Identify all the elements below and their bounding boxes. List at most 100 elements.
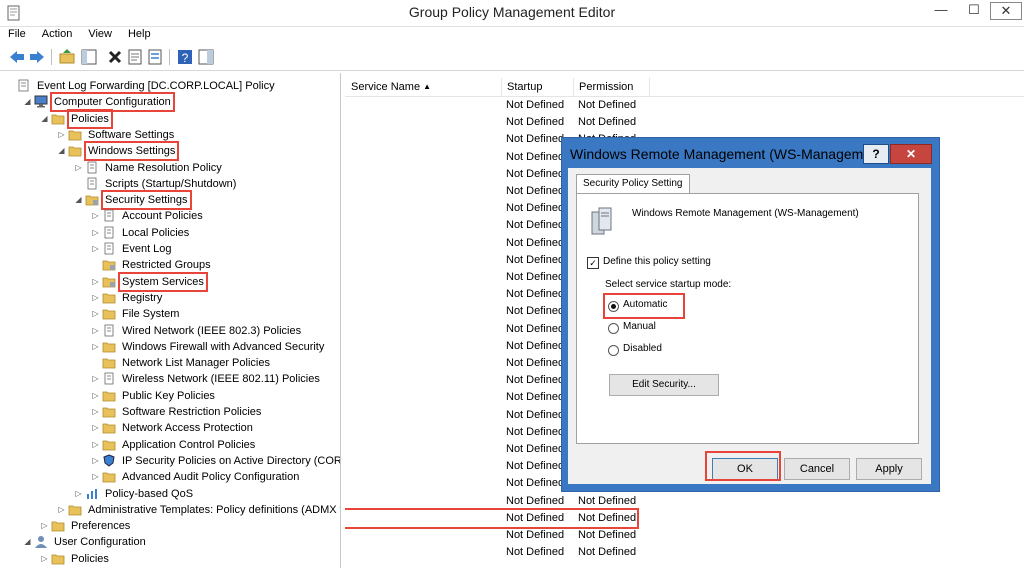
forward-arrow-icon[interactable] [28, 48, 46, 66]
radio-disabled[interactable] [608, 345, 619, 356]
expand-icon[interactable]: ▷ [91, 388, 100, 404]
folder-icon [102, 421, 116, 434]
table-row[interactable]: Windows Presentation Fo...Not DefinedNot… [345, 493, 1024, 510]
menu-file[interactable]: File [0, 26, 34, 40]
radio-disabled-label: Disabled [623, 343, 662, 354]
column-service-name[interactable]: Service Name ▲ [345, 78, 502, 96]
expand-icon[interactable]: ▷ [91, 339, 100, 355]
list-header: Service Name ▲ Startup Permission [345, 78, 1024, 97]
collapse-icon[interactable]: ◢ [23, 94, 32, 110]
table-row[interactable]: Windows Store Service (W...Not DefinedNo… [345, 527, 1024, 544]
column-permission[interactable]: Permission [573, 78, 650, 96]
doc-icon [85, 161, 99, 174]
expand-icon[interactable]: ▷ [91, 404, 100, 420]
expand-icon[interactable]: ▷ [91, 208, 100, 224]
folder-icon [102, 356, 116, 369]
collapse-icon[interactable]: ◢ [74, 192, 83, 208]
expand-icon[interactable]: ▷ [91, 437, 100, 453]
close-button[interactable]: ✕ [990, 2, 1022, 20]
expand-icon[interactable]: ▷ [91, 371, 100, 387]
expand-icon[interactable]: ▷ [91, 420, 100, 436]
startup-cell: Not Defined [506, 167, 565, 180]
expand-icon[interactable]: ▷ [91, 225, 100, 241]
dialog-close-button[interactable]: ✕ [890, 144, 932, 164]
security-folder-icon [102, 258, 116, 271]
show-hide-tree-icon[interactable] [80, 48, 98, 66]
up-folder-icon[interactable] [58, 48, 76, 66]
collapse-icon[interactable]: ◢ [40, 111, 49, 127]
tree-node-label: Account Policies [122, 210, 203, 223]
define-policy-checkbox[interactable]: ✓ [587, 257, 599, 269]
tab-security-policy-setting[interactable]: Security Policy Setting [576, 174, 690, 193]
menu-help[interactable]: Help [120, 26, 159, 40]
user-icon [34, 535, 48, 549]
apply-button[interactable]: Apply [856, 458, 922, 480]
folder-icon [102, 438, 116, 451]
cancel-button[interactable]: Cancel [784, 458, 850, 480]
expand-icon[interactable]: ▷ [91, 290, 100, 306]
tree-node-label: Computer Configuration [50, 92, 175, 113]
startup-cell: Not Defined [506, 357, 565, 369]
dialog-help-button[interactable]: ? [863, 144, 889, 164]
doc-icon [102, 226, 116, 239]
table-row[interactable]: Windows TimeNot DefinedNot Defined [345, 544, 1024, 561]
delete-icon[interactable] [106, 48, 124, 66]
expand-icon[interactable]: ▷ [40, 551, 49, 567]
expand-icon[interactable]: ▷ [91, 241, 100, 257]
export-list-icon[interactable] [146, 48, 164, 66]
startup-cell: Not Defined [506, 529, 565, 541]
properties-icon[interactable] [126, 48, 144, 66]
tree-node-label: Event Log Forwarding [DC.CORP.LOCAL] Pol… [37, 80, 275, 92]
startup-mode-label: Select service startup mode: [605, 279, 732, 290]
expand-icon[interactable]: ▷ [91, 469, 100, 485]
collapse-icon[interactable]: ◢ [23, 534, 32, 550]
tree-node-label: Event Log [122, 243, 172, 255]
table-row[interactable]: TCP/IP NetBIOS HelperNot DefinedNot Defi… [345, 97, 1024, 114]
radio-automatic[interactable] [608, 301, 619, 312]
maximize-button[interactable]: ☐ [960, 0, 988, 20]
expand-icon[interactable]: ▷ [91, 323, 100, 339]
menu-view[interactable]: View [80, 26, 120, 40]
server-icon [591, 207, 612, 235]
expand-icon[interactable]: ▷ [57, 127, 66, 143]
table-row[interactable]: Windows Remote Manag...Not DefinedNot De… [345, 507, 639, 529]
column-startup[interactable]: Startup [501, 78, 574, 96]
expand-icon[interactable]: ▷ [57, 502, 66, 518]
tree-node-label: Restricted Groups [122, 259, 211, 272]
folder-icon [68, 503, 82, 516]
expand-icon[interactable]: ▷ [91, 453, 100, 469]
tree-node-label: Registry [122, 291, 163, 304]
tree-node-label: Local Policies [122, 226, 190, 239]
expand-icon[interactable]: ▷ [40, 518, 49, 534]
doc-icon [102, 372, 116, 385]
table-row[interactable]: TelephonyNot DefinedNot Defined [345, 114, 1024, 131]
service-name-label: Windows Remote Management (WS-Management… [632, 208, 859, 219]
radio-manual[interactable] [608, 323, 619, 334]
back-arrow-icon[interactable] [8, 48, 26, 66]
startup-cell: Not Defined [506, 305, 565, 318]
show-action-pane-icon[interactable] [197, 48, 215, 66]
tree-node-label: Application Control Policies [122, 438, 256, 451]
tree-node-label: Windows Settings [83, 141, 180, 162]
toolbar: ? [0, 44, 1024, 71]
expand-icon[interactable]: ▷ [74, 160, 83, 176]
minimize-button[interactable]: — [925, 0, 957, 20]
tree-node-label: Software Restriction Policies [122, 406, 262, 418]
tree-node-label: Advanced Audit Policy Configuration [122, 471, 300, 484]
permission-cell: Not Defined [578, 494, 637, 507]
collapse-icon[interactable]: ◢ [57, 143, 66, 159]
tree-node-label: Network Access Protection [122, 422, 253, 435]
expand-icon[interactable]: ▷ [91, 274, 100, 290]
expand-icon[interactable]: ▷ [91, 306, 100, 322]
startup-cell: Not Defined [506, 477, 565, 490]
startup-cell: Not Defined [506, 219, 565, 232]
startup-cell: Not Defined [506, 546, 565, 559]
radio-manual-label: Manual [623, 321, 656, 332]
startup-cell: Not Defined [506, 185, 565, 197]
startup-cell: Not Defined [506, 271, 565, 283]
expand-icon[interactable]: ▷ [74, 486, 83, 502]
edit-security-button[interactable]: Edit Security... [609, 374, 719, 396]
help-icon[interactable]: ? [176, 48, 194, 66]
folder-icon [51, 552, 65, 565]
menu-action[interactable]: Action [34, 26, 81, 40]
